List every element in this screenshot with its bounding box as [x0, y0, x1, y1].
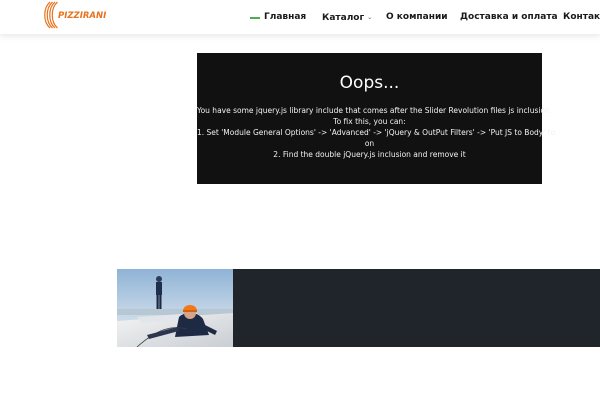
slider-error-box: Oops... You have some jquery.js library …: [197, 53, 556, 184]
nav-about[interactable]: О компании: [386, 12, 448, 23]
chevron-down-icon: ⌄: [367, 14, 373, 21]
site-header: PIZZIRANI Главная Каталог ⌄ О компании До…: [0, 0, 600, 34]
nav-home[interactable]: Главная: [264, 12, 306, 23]
error-line: To fix this, you can:: [333, 117, 406, 126]
nav-contacts[interactable]: Контакты: [563, 12, 600, 23]
error-line: 2. Find the double jQuery.js inclusion a…: [273, 150, 466, 159]
error-title: Oops...: [339, 73, 400, 93]
nav-active-indicator: [250, 17, 260, 19]
photo-image: [117, 269, 233, 347]
nav-catalog[interactable]: Каталог ⌄: [322, 12, 372, 24]
nav-delivery[interactable]: Доставка и оплата: [460, 12, 558, 23]
nav-catalog-label: Каталог: [322, 13, 365, 23]
error-line: You have some jquery.js library include …: [197, 106, 553, 115]
main-nav: Главная Каталог ⌄ О компании Доставка и о…: [0, 0, 600, 34]
error-line: 1. Set 'Module General Options' -> 'Adva…: [197, 128, 556, 137]
wind-turbine-photo: [117, 269, 233, 347]
error-line: on: [364, 139, 375, 148]
